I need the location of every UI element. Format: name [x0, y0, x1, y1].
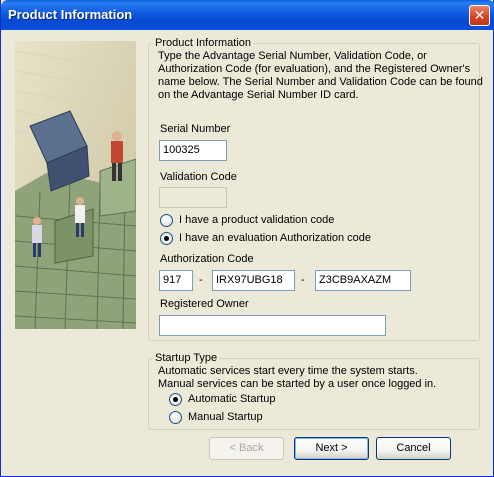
title-bar[interactable]: Product Information ✕ — [1, 0, 494, 30]
evaluation-authorization-radio-label: I have an evaluation Authorization code — [179, 232, 372, 244]
people-climbing-illustration — [15, 41, 136, 329]
radio-button-icon[interactable] — [169, 410, 182, 424]
back-button[interactable]: < Back — [209, 437, 284, 460]
authorization-separator: - — [199, 274, 203, 286]
manual-startup-radio[interactable]: Manual Startup — [169, 409, 263, 425]
product-information-description: Type the Advantage Serial Number, Valida… — [158, 50, 483, 102]
registered-owner-field[interactable] — [159, 315, 386, 336]
authorization-code-label: Authorization Code — [160, 253, 254, 265]
next-button[interactable]: Next > — [294, 437, 369, 460]
product-information-legend: Product Information — [153, 36, 253, 50]
radio-button-selected-icon[interactable] — [169, 392, 182, 406]
description-line: on the Advantage Serial Number ID card. — [158, 89, 359, 101]
cancel-button[interactable]: Cancel — [376, 437, 451, 460]
description-line: Automatic services start every time the … — [158, 365, 418, 377]
startup-type-description: Automatic services start every time the … — [158, 365, 478, 391]
startup-type-legend: Startup Type — [153, 351, 220, 365]
validation-code-label: Validation Code — [160, 171, 237, 183]
authorization-code-part1-field[interactable]: 917 — [159, 270, 193, 291]
description-line: Authorization Code (for evaluation), and… — [158, 63, 471, 75]
description-line: Manual services can be started by a user… — [158, 378, 437, 390]
automatic-startup-radio-label: Automatic Startup — [188, 393, 276, 405]
serial-number-field[interactable]: 100325 — [159, 140, 227, 161]
description-line: name below. The Serial Number and Valida… — [158, 76, 483, 88]
radio-button-icon[interactable] — [160, 213, 173, 227]
product-information-dialog: Product Information ✕ Product Informatio… — [0, 0, 494, 477]
close-button[interactable]: ✕ — [469, 5, 490, 26]
product-validation-radio[interactable]: I have a product validation code — [160, 212, 334, 228]
window-title: Product Information — [8, 7, 133, 22]
manual-startup-radio-label: Manual Startup — [188, 411, 263, 423]
authorization-code-part3-field[interactable]: Z3CB9AXAZM — [315, 270, 411, 291]
evaluation-authorization-radio[interactable]: I have an evaluation Authorization code — [160, 230, 371, 246]
authorization-separator: - — [301, 274, 305, 286]
description-line: Type the Advantage Serial Number, Valida… — [158, 50, 427, 62]
product-validation-radio-label: I have a product validation code — [179, 214, 335, 226]
radio-button-selected-icon[interactable] — [160, 231, 173, 245]
automatic-startup-radio[interactable]: Automatic Startup — [169, 391, 275, 407]
close-icon: ✕ — [473, 7, 486, 23]
authorization-code-part2-field[interactable]: IRX97UBG18 — [212, 270, 295, 291]
serial-number-label: Serial Number — [160, 123, 231, 135]
registered-owner-label: Registered Owner — [160, 298, 249, 310]
validation-code-field[interactable] — [159, 187, 227, 208]
